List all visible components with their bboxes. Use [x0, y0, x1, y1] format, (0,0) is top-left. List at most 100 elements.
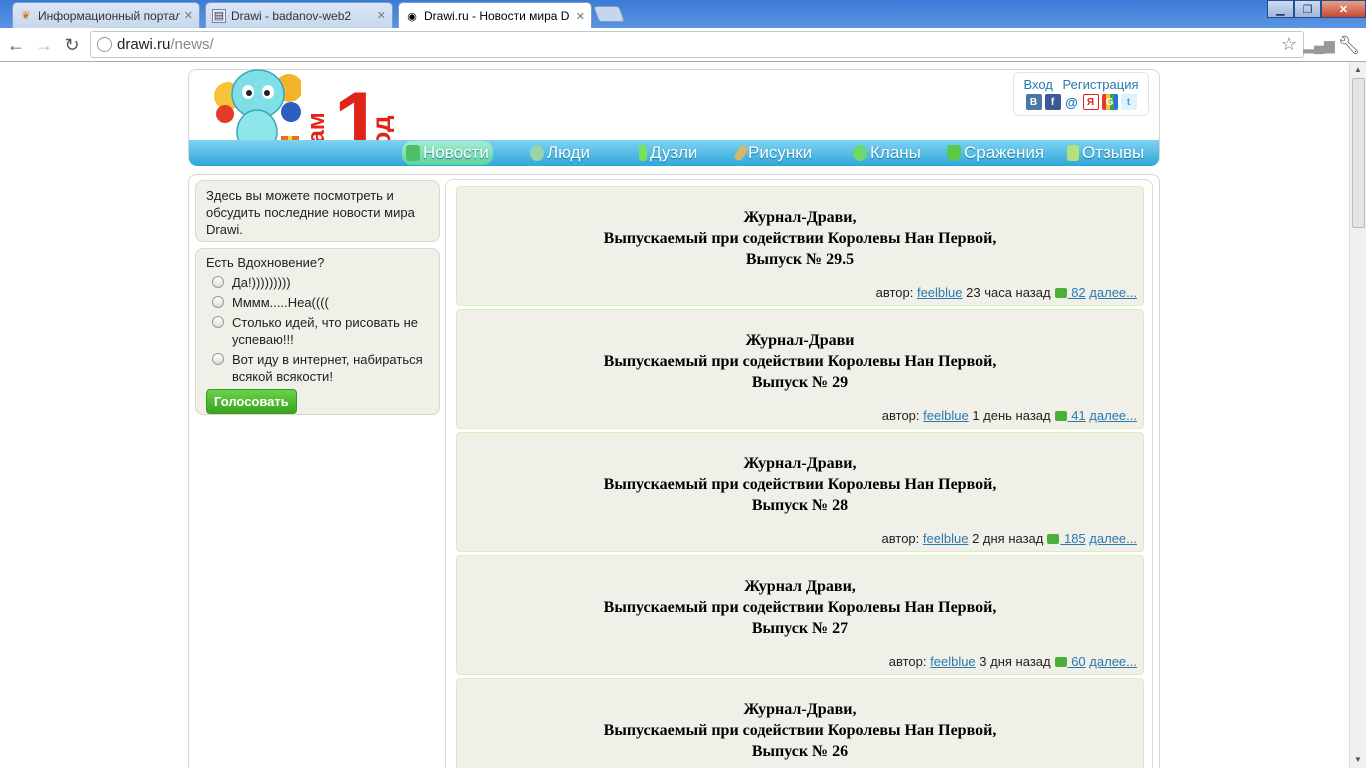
- radio-button[interactable]: [212, 316, 224, 328]
- author-link[interactable]: feelblue: [917, 285, 963, 300]
- news-item: Журнал-Драви, Выпускаемый при содействии …: [456, 432, 1144, 552]
- nav-battles[interactable]: Сражения: [947, 141, 1044, 165]
- minimize-icon[interactable]: ▁: [1267, 0, 1294, 18]
- poll-box: Есть Вдохновение? Да!))))))))) Мммм.....…: [195, 248, 440, 415]
- radio-button[interactable]: [212, 353, 224, 365]
- tab-title: Информационный портал: [38, 8, 180, 23]
- comments-link[interactable]: 60: [1068, 654, 1085, 669]
- register-link[interactable]: Регистрация: [1063, 77, 1139, 92]
- news-title[interactable]: Журнал-Драви, Выпускаемый при содействии …: [457, 207, 1143, 270]
- nav-clans[interactable]: Кланы: [853, 141, 921, 165]
- leaf-icon: ❦: [21, 10, 31, 22]
- window-controls: ▁ ❐ ✕: [1267, 0, 1366, 18]
- url-path: /news/: [170, 36, 214, 53]
- newspaper-icon: [406, 145, 420, 161]
- site-header: нам 1 год Вход Регистрация В f @ Я G t Н…: [188, 69, 1160, 166]
- news-meta: автор: feelblue 3 дня назад 60 далее...: [888, 654, 1137, 669]
- comments-link[interactable]: 41: [1068, 408, 1085, 423]
- login-link[interactable]: Вход: [1023, 77, 1052, 92]
- url-host: drawi.ru: [117, 36, 171, 53]
- author-link[interactable]: feelblue: [923, 531, 969, 546]
- poll-option[interactable]: Вот иду в интернет, набираться всякой вс…: [206, 351, 429, 385]
- comments-link[interactable]: 185: [1060, 531, 1086, 546]
- news-item: Журнал Драви, Выпускаемый при содействии …: [456, 555, 1144, 675]
- poll-option-label: Да!))))))))): [232, 275, 291, 290]
- read-more-link[interactable]: далее...: [1089, 531, 1137, 546]
- intro-box: Здесь вы можете посмотреть и обсудить по…: [195, 180, 440, 242]
- comment-icon: [1054, 657, 1067, 667]
- radio-button[interactable]: [212, 276, 224, 288]
- back-icon[interactable]: ←: [5, 34, 27, 56]
- page-actions-icon[interactable]: ▂▄▆: [1303, 34, 1334, 56]
- window-close-icon[interactable]: ✕: [1321, 0, 1366, 18]
- read-more-link[interactable]: далее...: [1089, 654, 1137, 669]
- vertical-scrollbar[interactable]: ▲ ▼: [1349, 62, 1366, 768]
- author-link[interactable]: feelblue: [930, 654, 976, 669]
- read-more-link[interactable]: далее...: [1089, 408, 1137, 423]
- user-box: Вход Регистрация В f @ Я G t: [1013, 72, 1149, 116]
- nav-people[interactable]: Люди: [530, 141, 590, 165]
- news-title[interactable]: Журнал-Драви Выпускаемый при содействии К…: [457, 330, 1143, 393]
- tab-3[interactable]: ◉ Drawi.ru - Новости мира D ✕: [398, 2, 592, 29]
- poll-option[interactable]: Да!))))))))): [206, 274, 429, 291]
- wrench-icon[interactable]: 🔧︎: [1338, 34, 1361, 56]
- nav-label: Рисунки: [748, 143, 813, 162]
- news-meta: автор: feelblue 1 день назад 41 далее...: [881, 408, 1137, 423]
- radio-button[interactable]: [212, 296, 224, 308]
- nav-label: Сражения: [964, 143, 1045, 162]
- nav-duzli[interactable]: Дузли: [639, 141, 697, 165]
- tab-1[interactable]: ❦ Информационный портал ✕: [12, 2, 200, 28]
- news-meta: автор: feelblue 23 часа назад 82 далее..…: [875, 285, 1137, 300]
- tab-title: Drawi - badanov-web2: [231, 8, 352, 23]
- forward-icon[interactable]: →: [33, 34, 55, 56]
- page-icon: ▤: [212, 8, 226, 23]
- person-icon: [530, 145, 544, 161]
- social-login-icons: В f @ Я G t: [1014, 94, 1148, 110]
- nav-label: Отзывы: [1082, 143, 1145, 162]
- address-bar[interactable]: drawi.ru/news/ ☆: [90, 31, 1304, 58]
- globe-icon: [97, 37, 112, 52]
- comment-icon: [1054, 288, 1067, 298]
- news-item: Журнал-Драви, Выпускаемый при содействии …: [456, 186, 1144, 306]
- mailru-icon[interactable]: @: [1063, 94, 1080, 110]
- news-meta: автор: feelblue 2 дня назад 185 далее...: [881, 531, 1137, 546]
- news-title[interactable]: Журнал Драви, Выпускаемый при содействии …: [457, 576, 1143, 639]
- scroll-down-icon[interactable]: ▼: [1354, 755, 1362, 764]
- close-icon[interactable]: ✕: [576, 10, 585, 23]
- maximize-icon[interactable]: ❐: [1294, 0, 1321, 18]
- nav-drawings[interactable]: Рисунки: [733, 141, 813, 165]
- content-area: Здесь вы можете посмотреть и обсудить по…: [188, 174, 1160, 768]
- google-icon[interactable]: G: [1101, 94, 1118, 110]
- yandex-icon[interactable]: Я: [1082, 94, 1099, 110]
- bookmark-star-icon[interactable]: ☆: [1281, 34, 1297, 55]
- poll-option[interactable]: Мммм.....Неа((((: [206, 294, 429, 311]
- brush-icon: [733, 144, 749, 162]
- new-tab-button[interactable]: [593, 6, 625, 22]
- read-more-link[interactable]: далее...: [1089, 285, 1137, 300]
- intro-text: Здесь вы можете посмотреть и обсудить по…: [206, 188, 415, 237]
- main-nav: Новости Люди Дузли Рисунки Кланы Сражени…: [189, 140, 1159, 166]
- comments-link[interactable]: 82: [1068, 285, 1085, 300]
- comment-icon: [1054, 411, 1067, 421]
- nav-label: Новости: [423, 143, 489, 162]
- tab-2[interactable]: ▤ Drawi - badanov-web2 ✕: [205, 2, 393, 28]
- browser-toolbar: ← → ↻ drawi.ru/news/ ☆ ▂▄▆ 🔧︎: [0, 28, 1366, 62]
- vkontakte-icon[interactable]: В: [1025, 94, 1042, 110]
- poll-option-label: Вот иду в интернет, набираться всякой вс…: [232, 352, 423, 384]
- poll-option[interactable]: Столько идей, что рисовать не успеваю!!!: [206, 314, 429, 348]
- close-icon[interactable]: ✕: [377, 9, 386, 22]
- news-title[interactable]: Журнал-Драви, Выпускаемый при содействии …: [457, 699, 1143, 762]
- news-title[interactable]: Журнал-Драви, Выпускаемый при содействии …: [457, 453, 1143, 516]
- news-item: Журнал-Драви Выпускаемый при содействии К…: [456, 309, 1144, 429]
- scroll-up-icon[interactable]: ▲: [1354, 65, 1362, 74]
- nav-reviews[interactable]: Отзывы: [1067, 141, 1144, 165]
- vote-button[interactable]: Голосовать: [206, 389, 297, 414]
- facebook-icon[interactable]: f: [1044, 94, 1061, 110]
- close-icon[interactable]: ✕: [184, 9, 193, 22]
- reload-icon[interactable]: ↻: [61, 34, 83, 56]
- nav-news[interactable]: Новости: [402, 141, 493, 165]
- author-link[interactable]: feelblue: [923, 408, 969, 423]
- scrollbar-thumb[interactable]: [1352, 78, 1365, 228]
- news-item: Журнал-Драви, Выпускаемый при содействии …: [456, 678, 1144, 768]
- twitter-icon[interactable]: t: [1120, 94, 1137, 110]
